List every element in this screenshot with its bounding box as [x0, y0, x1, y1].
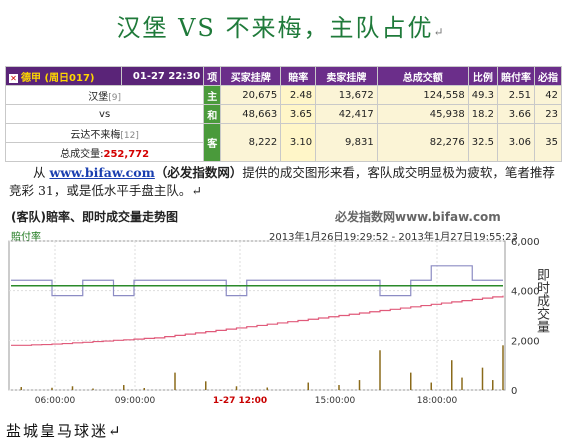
sell-cell: 42,417	[315, 104, 378, 124]
col-header: 总成交额	[376, 66, 469, 86]
ratio-cell: 18.2	[467, 104, 499, 124]
x-tick-label: 18:00:00	[417, 396, 458, 406]
index-cell: 42	[534, 85, 562, 105]
plot-area	[8, 240, 506, 391]
total-cell: 82,276	[376, 123, 469, 162]
table-row: 汉堡[9] 主 20,675 2.48 13,672 124,558 49.3 …	[4, 85, 562, 105]
odds-cell: 2.48	[280, 85, 317, 105]
author-signature: 盐城皇马球迷↵	[6, 422, 123, 440]
col-header: 卖家挂牌	[315, 66, 378, 86]
buy-cell: 48,663	[220, 104, 282, 124]
article-title: 汉堡 VS 不来梅，主队占优↵	[116, 14, 446, 42]
ratio-cell: 49.3	[467, 85, 499, 105]
home-team[interactable]: 汉堡[9]	[4, 85, 205, 105]
x-tick-label: 1-27 12:00	[213, 396, 267, 406]
odds-cell: 3.10	[280, 123, 317, 162]
y-tick-label: 4,000	[511, 287, 540, 298]
match-time: 01-27 22:30	[121, 66, 205, 86]
y-tick-label: 2,000	[511, 336, 540, 347]
side-label: 主	[203, 85, 222, 105]
table-row: vs 和 48,663 3.65 42,417 45,938 18.2 3.66…	[4, 104, 562, 124]
site-link[interactable]: www.bifaw.com	[49, 165, 154, 180]
trend-chart: (客队)賠率、即时成交量走势图 必发指数网www.bifaw.com 賠付率 2…	[5, 208, 557, 408]
side-label: 和	[203, 104, 222, 124]
total-cell: 45,938	[376, 104, 469, 124]
odds-cell: 3.65	[280, 104, 317, 124]
away-team[interactable]: 云达不来梅[12]	[4, 123, 205, 143]
col-header: 项	[203, 66, 222, 86]
odds-table: ✕ 德甲 (周日017) 01-27 22:30 项 买家挂牌 賠率 卖家挂牌 总…	[4, 66, 562, 162]
col-header: 賠率	[280, 66, 317, 86]
sell-cell: 9,831	[315, 123, 378, 162]
buy-cell: 8,222	[220, 123, 282, 162]
analysis-paragraph: 从 www.bifaw.com（必发指数网）提供的成交图形来看，客队成交明显极为…	[9, 165, 555, 198]
close-icon[interactable]: ✕	[9, 73, 18, 83]
col-header: 买家挂牌	[220, 66, 282, 86]
col-header: 賠付率	[497, 66, 535, 86]
payout-cell: 3.06	[497, 123, 535, 162]
chart-plot: 6,000 4,000 2,000 0 06:00:00 09:00:00 1-27 12:…	[8, 237, 540, 406]
index-cell: 23	[534, 104, 562, 124]
y-tick-label: 6,000	[511, 237, 540, 248]
payout-cell: 2.51	[497, 85, 535, 105]
odds-header-row: ✕ 德甲 (周日017) 01-27 22:30 项 买家挂牌 賠率 卖家挂牌 总…	[4, 66, 562, 86]
index-cell: 35	[534, 123, 562, 162]
x-tick-label: 15:00:00	[315, 396, 356, 406]
col-header: 必指	[534, 66, 562, 86]
payout-cell: 3.66	[497, 104, 535, 124]
vs-label: vs	[4, 104, 205, 124]
match-label: ✕ 德甲 (周日017)	[4, 66, 123, 86]
col-header: 比例	[467, 66, 499, 86]
x-tick-label: 06:00:00	[35, 396, 76, 406]
sell-cell: 13,672	[315, 85, 378, 105]
total-volume: 总成交量:252,772	[4, 142, 205, 162]
side-label: 客	[203, 123, 222, 162]
y-tick-label: 0	[511, 386, 517, 397]
x-tick-label: 09:00:00	[115, 396, 156, 406]
total-cell: 124,558	[376, 85, 469, 105]
buy-cell: 20,675	[220, 85, 282, 105]
ratio-cell: 32.5	[467, 123, 499, 162]
table-row: 云达不来梅[12] 客 8,222 3.10 9,831 82,276 32.5…	[4, 123, 562, 162]
